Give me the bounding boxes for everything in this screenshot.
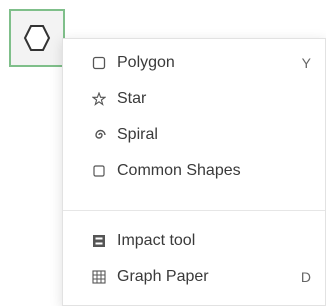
menu-item-label: Spiral	[117, 126, 158, 143]
shapes-flyout-menu: Polygon Y Star Spiral Common Shapes Impa…	[62, 38, 326, 306]
menu-item-polygon[interactable]: Polygon Y	[63, 46, 325, 80]
menu-item-label: Polygon	[117, 54, 175, 71]
polygon-icon	[91, 55, 107, 71]
menu-item-star[interactable]: Star	[63, 82, 325, 116]
menu-item-label: Graph Paper	[117, 268, 209, 285]
menu-item-label: Impact tool	[117, 232, 196, 249]
shape-tool-button[interactable]	[9, 9, 65, 67]
shortcut-label: D	[300, 269, 311, 285]
menu-item-graph-paper[interactable]: Graph Paper D	[63, 260, 325, 294]
menu-item-common-shapes[interactable]: Common Shapes	[63, 154, 325, 188]
shortcut-label: Y	[301, 55, 311, 71]
shape-icon	[91, 163, 107, 179]
menu-item-impact-tool[interactable]: Impact tool	[63, 224, 325, 258]
grid-icon	[91, 269, 107, 285]
hexagon-icon	[22, 23, 52, 53]
menu-item-label: Star	[117, 90, 147, 107]
menu-item-label: Common Shapes	[117, 162, 241, 179]
spiral-icon	[91, 127, 107, 143]
star-icon	[91, 91, 107, 107]
menu-item-spiral[interactable]: Spiral	[63, 118, 325, 152]
impact-tool-icon	[91, 233, 107, 249]
menu-divider	[63, 210, 325, 211]
